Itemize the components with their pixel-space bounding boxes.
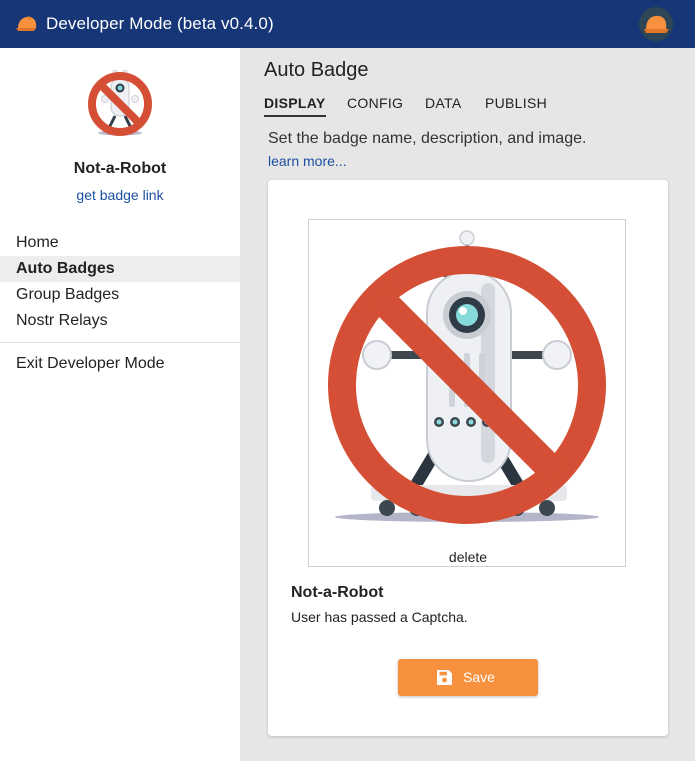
badge-image-box[interactable]: delete — [308, 219, 626, 567]
sidebar-item-home[interactable]: Home — [0, 230, 240, 256]
page-description: Set the badge name, description, and ima… — [268, 130, 587, 147]
exit-developer-mode[interactable]: Exit Developer Mode — [0, 351, 240, 377]
save-button-label: Save — [463, 669, 495, 685]
sidebar-item-auto-badges[interactable]: Auto Badges — [0, 256, 240, 282]
tab-data[interactable]: DATA — [425, 95, 461, 115]
floppy-disk-icon — [437, 670, 452, 685]
delete-image-button[interactable]: delete — [309, 549, 627, 565]
app-header: Developer Mode (beta v0.4.0) — [0, 0, 695, 48]
user-avatar[interactable] — [639, 7, 673, 41]
sidebar-item-group-badges[interactable]: Group Badges — [0, 282, 240, 308]
sidebar-divider — [0, 342, 240, 343]
badge-name[interactable]: Not-a-Robot — [291, 584, 383, 602]
save-button[interactable]: Save — [398, 659, 538, 696]
sidebar: Not-a-Robot get badge link Home Auto Bad… — [0, 48, 240, 761]
tab-config[interactable]: CONFIG — [347, 95, 403, 115]
tab-publish[interactable]: PUBLISH — [485, 95, 547, 115]
tab-display[interactable]: DISPLAY — [264, 95, 326, 117]
badge-image — [328, 230, 606, 524]
avatar-cap-icon — [644, 15, 669, 33]
sidebar-item-nostr-relays[interactable]: Nostr Relays — [0, 308, 240, 334]
learn-more-link[interactable]: learn more... — [268, 153, 347, 169]
badge-thumbnail — [88, 69, 152, 136]
orange-cap-icon — [16, 16, 37, 31]
sidebar-badge-name: Not-a-Robot — [73, 160, 167, 177]
page-title: Auto Badge — [264, 59, 369, 81]
badge-card: delete Not-a-Robot User has passed a Cap… — [268, 180, 668, 736]
badge-description[interactable]: User has passed a Captcha. — [291, 609, 468, 625]
get-badge-link[interactable]: get badge link — [0, 187, 240, 203]
app-title: Developer Mode (beta v0.4.0) — [46, 14, 274, 33]
